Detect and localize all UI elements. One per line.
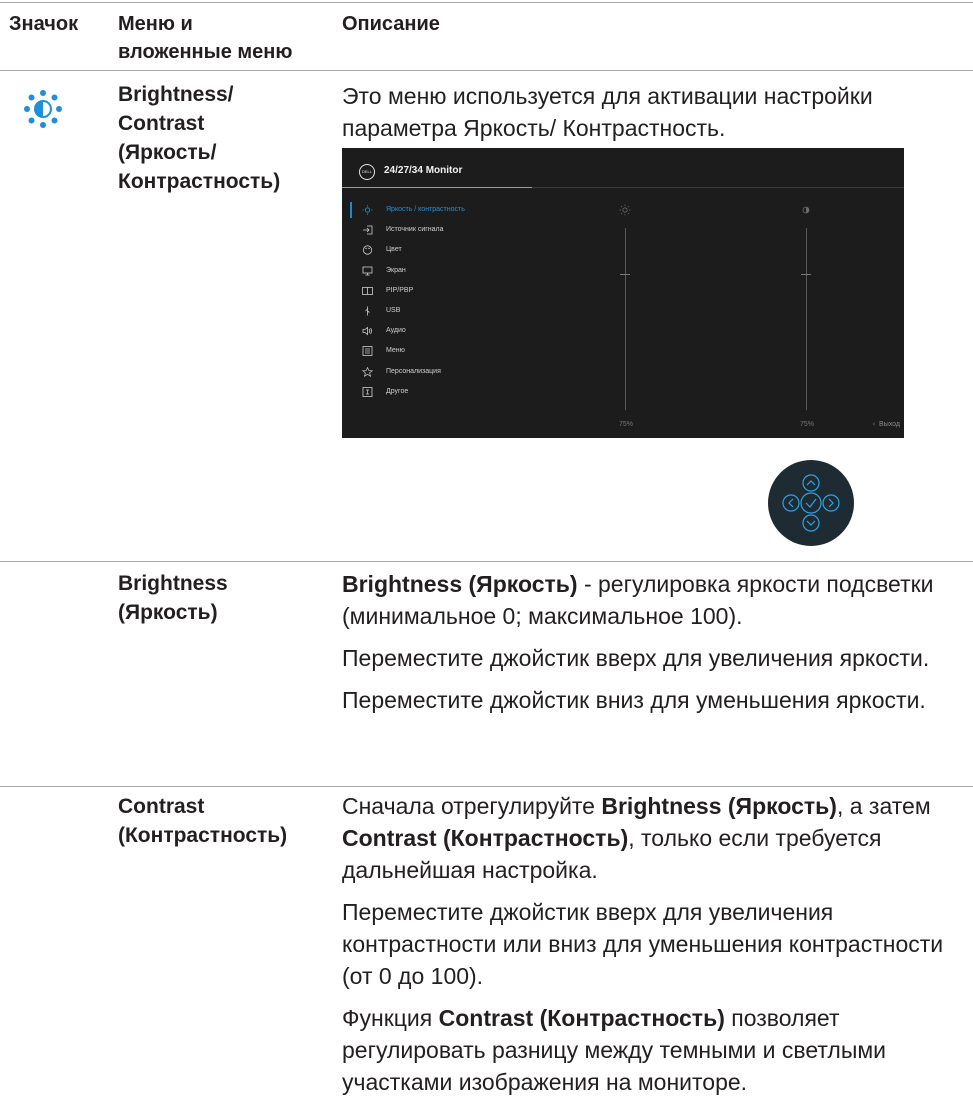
- row1-menu-name: Brightness/ Contrast (Яркость/ Контрастн…: [118, 80, 280, 196]
- joystick-graphic: [768, 460, 854, 546]
- contrast-slider-handle[interactable]: [801, 273, 811, 275]
- row1-rule: [0, 561, 973, 562]
- brightness-sun-icon: [619, 204, 631, 216]
- osd-menu: Яркость / контрастность Источник сигнала…: [362, 202, 502, 404]
- star-icon: [362, 366, 373, 377]
- dell-logo: DELL: [359, 164, 375, 180]
- bold-term: Brightness (Яркость): [601, 793, 837, 819]
- osd-menu-label: Источник сигнала: [386, 226, 444, 234]
- osd-menu-item-pip[interactable]: PIP/PBP: [362, 283, 502, 303]
- row1-menu-line: (Яркость/: [118, 141, 217, 164]
- joystick-icon: [782, 474, 840, 532]
- osd-menu-label: Цвет: [386, 246, 402, 254]
- osd-title: 24/27/34 Monitor: [384, 165, 463, 176]
- col-header-icon: Значок: [9, 13, 79, 35]
- row2-description: Brightness (Яркость) - регулировка яркос…: [342, 568, 967, 726]
- chevron-left-icon: ‹: [872, 421, 876, 428]
- osd-menu-label: Меню: [386, 347, 405, 355]
- header-rule: [0, 70, 973, 71]
- osd-menu-label: Аудио: [386, 327, 406, 335]
- palette-icon: [362, 245, 373, 255]
- row1-description: Это меню используется для активации наст…: [342, 83, 873, 141]
- brightness-slider-handle[interactable]: [620, 273, 630, 275]
- pip-icon: [362, 286, 373, 295]
- row2-rule: [0, 786, 973, 787]
- text-span: , а затем: [836, 793, 931, 819]
- other-icon: [362, 386, 373, 397]
- speaker-icon: [362, 326, 372, 336]
- osd-menu-label: Яркость / контрастность: [386, 206, 465, 213]
- bold-term: Contrast (Контрастность): [342, 825, 629, 851]
- row2-menu-line: (Яркость): [118, 601, 218, 624]
- brightness-contrast-icon: [20, 86, 66, 132]
- osd-title-underline: [342, 187, 532, 188]
- bold-term: Contrast (Контрастность): [438, 1005, 725, 1031]
- osd-menu-item-input[interactable]: Источник сигнала: [362, 222, 502, 242]
- osd-menu-label: PIP/PBP: [386, 286, 414, 294]
- row1-menu-line: Brightness/: [118, 83, 234, 106]
- brightness-value: 75%: [619, 421, 634, 428]
- osd-menu-item-audio[interactable]: Аудио: [362, 323, 502, 343]
- col-header-desc: Описание: [342, 13, 440, 35]
- contrast-slider[interactable]: [806, 228, 807, 410]
- row3-menu-line: (Контрастность): [118, 824, 288, 847]
- osd-menu-item-other[interactable]: Другое: [362, 384, 502, 404]
- osd-menu-label: Экран: [386, 266, 406, 274]
- row3-menu-name: Contrast (Контрастность): [118, 792, 287, 850]
- osd-screenshot: DELL 24/27/34 Monitor Яркость / контраст…: [342, 148, 904, 438]
- row1-menu-line: Контрастность): [118, 170, 281, 193]
- row1-menu-line: Contrast: [118, 112, 205, 135]
- col-header-menu: Меню и вложенные меню: [118, 10, 292, 66]
- col-header-menu-line1: Меню и: [118, 13, 193, 35]
- contrast-icon: [802, 206, 810, 214]
- table-top-rule: [0, 2, 973, 3]
- brightness-slider[interactable]: [625, 228, 626, 410]
- col-header-menu-line2: вложенные меню: [118, 41, 293, 63]
- osd-menu-item-color[interactable]: Цвет: [362, 242, 502, 262]
- osd-selection-bar: [350, 202, 352, 218]
- bold-term: Brightness (Яркость): [342, 571, 578, 597]
- row3-paragraph: Функция Contrast (Контрастность) позволя…: [342, 1002, 967, 1098]
- osd-menu-item-menu[interactable]: Меню: [362, 343, 502, 363]
- menu-icon: [362, 346, 373, 357]
- usb-icon: [365, 306, 370, 316]
- osd-exit[interactable]: ‹ Выход: [873, 421, 900, 428]
- osd-menu-label: USB: [386, 306, 401, 314]
- text-span: Функция: [342, 1005, 439, 1031]
- input-icon: [363, 225, 373, 235]
- osd-menu-label: Другое: [386, 387, 409, 395]
- row2-menu-name: Brightness (Яркость): [118, 569, 228, 627]
- row3-paragraph: Переместите джойстик вверх для увеличени…: [342, 899, 944, 989]
- row2-menu-line: Brightness: [118, 572, 228, 595]
- osd-title-divider: [532, 187, 904, 188]
- row3-menu-line: Contrast: [118, 795, 205, 818]
- osd-menu-label: Персонализация: [386, 367, 441, 375]
- osd-menu-item-display[interactable]: Экран: [362, 263, 502, 283]
- row3-paragraph: Сначала отрегулируйте Brightness (Яркост…: [342, 790, 967, 886]
- text-span: Сначала отрегулируйте: [342, 793, 602, 819]
- row2-paragraph: Переместите джойстик вверх для увеличени…: [342, 645, 930, 671]
- osd-menu-item-personalize[interactable]: Персонализация: [362, 364, 502, 384]
- row2-paragraph: Brightness (Яркость) - регулировка яркос…: [342, 568, 967, 632]
- osd-menu-item-usb[interactable]: USB: [362, 303, 502, 323]
- sun-icon: [362, 205, 373, 215]
- row3-description: Сначала отрегулируйте Brightness (Яркост…: [342, 790, 967, 1108]
- contrast-value: 75%: [800, 421, 815, 428]
- display-icon: [362, 266, 373, 275]
- osd-menu-item-brightness[interactable]: Яркость / контрастность: [362, 202, 502, 222]
- row2-paragraph: Переместите джойстик вниз для уменьшения…: [342, 687, 926, 713]
- osd-exit-label: Выход: [879, 421, 900, 428]
